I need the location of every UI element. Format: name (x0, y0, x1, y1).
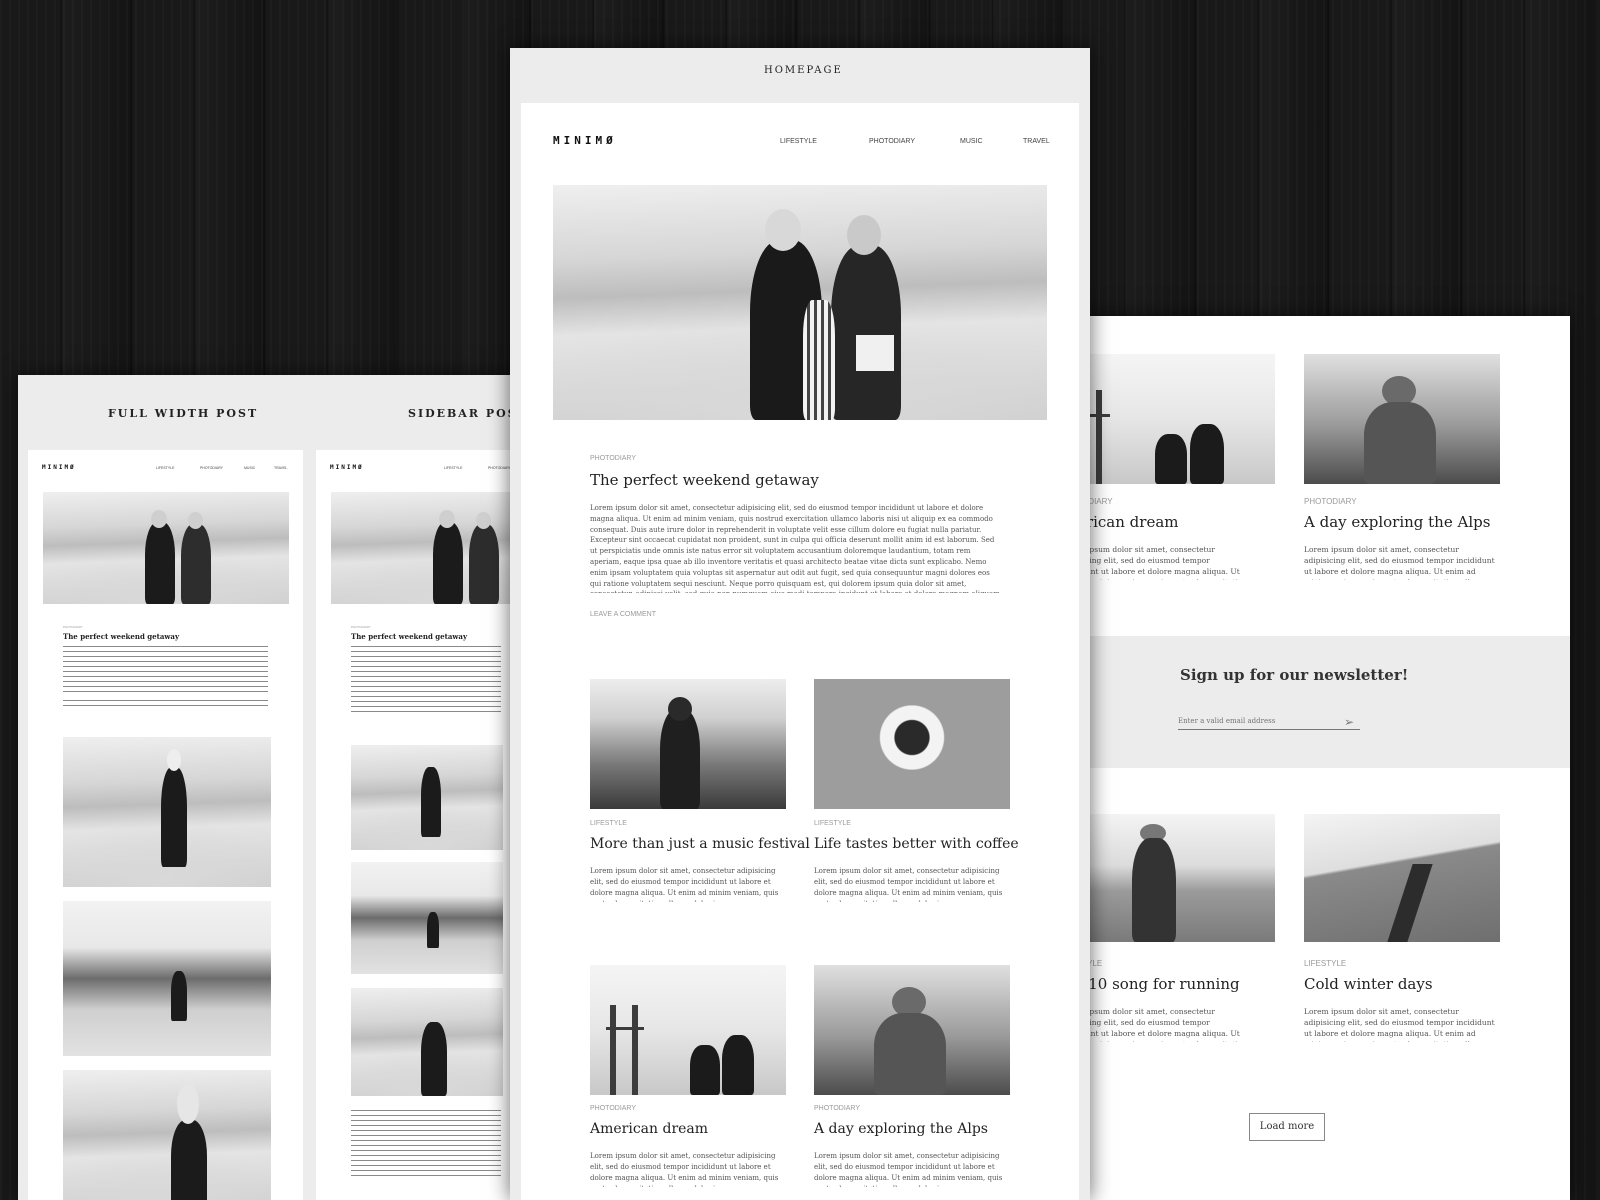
post-body-text (63, 646, 268, 694)
post-image-music-festival[interactable] (590, 679, 786, 809)
post-body-text (351, 1110, 501, 1180)
post-title[interactable]: Life tastes better with coffee (814, 836, 1019, 852)
nav-travel[interactable]: TRAVEL (1023, 138, 1050, 145)
hero-image[interactable] (43, 492, 289, 604)
post-category[interactable]: LIFESTYLE (590, 820, 627, 827)
nav-lifestyle[interactable]: LIFESTYLE (444, 466, 462, 470)
post-image[interactable] (63, 1070, 271, 1200)
post-category[interactable]: LIFESTYLE (814, 820, 851, 827)
post-excerpt: Lorem ipsum dolor sit amet, consectetur … (590, 867, 779, 902)
post-category[interactable]: PHOTODIARY (63, 625, 83, 629)
post-title[interactable]: The perfect weekend getaway (63, 632, 179, 641)
post-image[interactable] (63, 901, 271, 1056)
newsletter-email-input[interactable] (1178, 712, 1360, 730)
post-image-alps[interactable] (1304, 354, 1500, 484)
post-excerpt: Lorem ipsum dolor sit amet, consectetur … (814, 1152, 1003, 1187)
post-excerpt: Lorem ipsum dolor sit amet, consectetur … (1304, 545, 1495, 580)
post-title[interactable]: The perfect weekend getaway (590, 471, 819, 489)
nav-lifestyle[interactable]: LIFESTYLE (780, 138, 817, 145)
hero-image[interactable] (331, 492, 538, 604)
post-image[interactable] (351, 988, 503, 1096)
post-category[interactable]: PHOTODIARY (590, 1105, 636, 1112)
full-width-post-page: MINIMØ LIFESTYLE PHOTODIARY MUSIC TRAVEL… (28, 450, 303, 1200)
newsletter-title: Sign up for our newsletter! (1180, 666, 1409, 684)
nav-photodiary[interactable]: PHOTODIARY (869, 138, 915, 145)
post-image[interactable] (63, 737, 271, 887)
post-category[interactable]: PHOTODIARY (351, 625, 371, 629)
post-image-american-dream[interactable] (590, 965, 786, 1095)
person-figure (831, 245, 901, 420)
post-title[interactable]: Cold winter days (1304, 975, 1433, 993)
leave-comment-link[interactable]: LEAVE A COMMENT (590, 611, 656, 618)
post-image[interactable] (351, 862, 503, 974)
load-more-button[interactable]: Load more (1249, 1113, 1325, 1141)
nav-travel[interactable]: TRAVEL (274, 466, 287, 470)
post-title[interactable]: The perfect weekend getaway (351, 632, 467, 641)
post-image-alps[interactable] (814, 965, 1010, 1095)
post-layouts-mockup: FULL WIDTH POST SIDEBAR POST MINIMØ LIFE… (18, 375, 538, 1200)
post-body-text (351, 646, 501, 716)
site-logo[interactable]: MINIMØ (330, 464, 364, 471)
post-excerpt: Lorem ipsum dolor sit amet, consectetur … (590, 504, 1000, 593)
post-excerpt: Lorem ipsum dolor sit amet, consectetur … (814, 867, 1003, 902)
post-category[interactable]: PHOTODIARY (1304, 497, 1357, 506)
nav-photodiary[interactable]: PHOTODIARY (488, 466, 511, 470)
post-title[interactable]: More than just a music festival (590, 836, 810, 852)
post-image[interactable] (351, 745, 503, 850)
send-arrow-icon[interactable]: ➢ (1344, 715, 1354, 729)
post-title[interactable]: A day exploring the Alps (1304, 513, 1490, 531)
post-excerpt: Lorem ipsum dolor sit amet, consectetur … (1304, 1007, 1495, 1042)
sidebar-post-page: MINIMØ LIFESTYLE PHOTODIARY PHOTODIARY T… (316, 450, 538, 1200)
post-category[interactable]: LIFESTYLE (1304, 959, 1346, 968)
homepage-page: MINIMØ LIFESTYLE PHOTODIARY MUSIC TRAVEL… (521, 103, 1079, 1200)
newsletter-section: Sign up for our newsletter! ➢ (1060, 636, 1570, 768)
post-image-american-dream[interactable] (1060, 354, 1275, 484)
post-image-running[interactable] (1060, 814, 1275, 942)
site-logo[interactable]: MINIMØ (42, 464, 76, 471)
nav-photodiary[interactable]: PHOTODIARY (200, 466, 223, 470)
nav-music[interactable]: MUSIC (244, 466, 255, 470)
post-category[interactable]: PHOTODIARY (590, 455, 636, 462)
hero-image[interactable] (553, 185, 1047, 420)
post-excerpt: Lorem ipsum dolor sit amet, consectetur … (590, 1152, 779, 1187)
post-image-winter[interactable] (1304, 814, 1500, 942)
post-title[interactable]: A day exploring the Alps (814, 1121, 988, 1137)
homepage-label: HOMEPAGE (764, 65, 843, 76)
nav-music[interactable]: MUSIC (960, 138, 983, 145)
nav-lifestyle[interactable]: LIFESTYLE (156, 466, 174, 470)
homepage-mockup: HOMEPAGE MINIMØ LIFESTYLE PHOTODIARY MUS… (510, 48, 1090, 1200)
homepage-continued-mockup: PHOTODIARY American dream Lorem ipsum do… (1052, 316, 1570, 1200)
full-width-post-label: FULL WIDTH POST (108, 407, 259, 420)
post-title[interactable]: American dream (590, 1121, 708, 1137)
site-logo[interactable]: MINIMØ (553, 134, 617, 147)
post-image-coffee[interactable] (814, 679, 1010, 809)
post-category[interactable]: PHOTODIARY (814, 1105, 860, 1112)
post-body-text (63, 700, 268, 710)
